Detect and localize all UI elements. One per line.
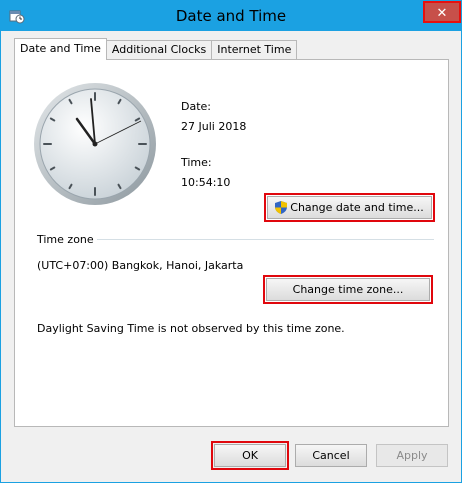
title-bar[interactable]: Date and Time ✕ [1,1,461,31]
timezone-value: (UTC+07:00) Bangkok, Hanoi, Jakarta [37,259,244,272]
time-label: Time: [181,156,212,169]
dst-note: Daylight Saving Time is not observed by … [37,322,345,335]
uac-shield-icon [275,200,288,214]
cancel-button[interactable]: Cancel [295,444,367,467]
date-time-dialog: Date and Time ✕ Date and Time Additional… [0,0,462,483]
change-timezone-button[interactable]: Change time zone... [263,275,433,304]
change-date-time-label: Change date and time... [290,201,424,214]
date-label: Date: [181,100,211,113]
change-date-time-button[interactable]: Change date and time... [264,193,435,222]
timezone-header: Time zone [37,233,94,246]
tab-date-and-time[interactable]: Date and Time [14,38,107,60]
date-value: 27 Juli 2018 [181,120,247,133]
timezone-divider [97,239,434,240]
window-title: Date and Time [175,7,287,25]
ok-button[interactable]: OK [211,441,289,470]
apply-button[interactable]: Apply [376,444,448,467]
close-button[interactable]: ✕ [423,1,461,23]
close-icon: ✕ [436,6,448,21]
tab-panel: Date: 27 Juli 2018 Time: 10:54:10 Change… [14,59,449,427]
time-value: 10:54:10 [181,176,231,189]
tab-internet-time[interactable]: Internet Time [211,40,298,60]
tab-additional-clocks[interactable]: Additional Clocks [105,40,213,60]
analog-clock [34,83,156,205]
tab-strip: Date and Time Additional Clocks Internet… [14,38,298,60]
